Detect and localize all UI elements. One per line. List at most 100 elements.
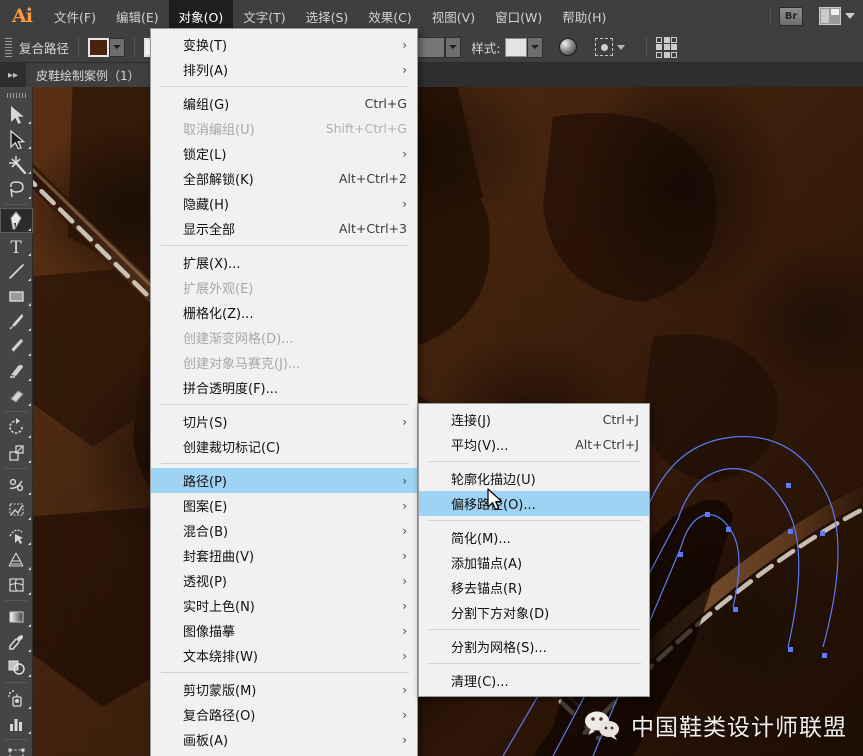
tool-divider	[5, 682, 27, 683]
submenu-arrow-icon: ›	[402, 473, 407, 488]
path-submenu-dropdown[interactable]: 连接(J) Ctrl+J 平均(V)... Alt+Ctrl+J 轮廓化描边(U) 偏移路…	[418, 403, 650, 697]
control-bar-grip[interactable]	[5, 37, 12, 57]
menu-item-栅格化Z[interactable]: 栅格化(Z)...	[151, 300, 417, 325]
menubar-item-0[interactable]: 文件(F)	[44, 0, 106, 32]
menu-item-路径P[interactable]: 路径(P) ›	[151, 468, 417, 493]
lasso-tool[interactable]	[0, 176, 33, 201]
menu-item-变换T[interactable]: 变换(T) ›	[151, 32, 417, 57]
menu-item-创建渐变网格D: 创建渐变网格(D)...	[151, 325, 417, 350]
pencil-tool[interactable]	[0, 333, 33, 358]
fill-dropdown-button[interactable]	[109, 37, 126, 57]
style-dropdown[interactable]	[527, 36, 544, 58]
magic-wand-tool[interactable]	[0, 151, 33, 176]
rectangle-tool[interactable]	[0, 283, 33, 308]
transform-panel-icon[interactable]	[656, 36, 678, 58]
menu-item-混合B[interactable]: 混合(B) ›	[151, 518, 417, 543]
menu-item-画板A[interactable]: 画板(A) ›	[151, 727, 417, 752]
menubar-item-7[interactable]: 窗口(W)	[485, 0, 552, 32]
menu-item-平均V[interactable]: 平均(V)... Alt+Ctrl+J	[419, 432, 649, 457]
selected-object-type: 复合路径	[19, 40, 70, 56]
perspective-grid-tool[interactable]	[0, 547, 33, 572]
workspace-chevron-down-icon[interactable]	[845, 13, 855, 19]
menu-item-拼合透明度F[interactable]: 拼合透明度(F)...	[151, 375, 417, 400]
menu-item-切片S[interactable]: 切片(S) ›	[151, 409, 417, 434]
eyedropper-tool[interactable]	[0, 629, 33, 654]
menu-item-label: 清理(C)...	[451, 675, 509, 690]
menu-item-图案E[interactable]: 图案(E) ›	[151, 493, 417, 518]
selection-tool[interactable]	[0, 101, 33, 126]
menu-item-移去锚点R[interactable]: 移去锚点(R)	[419, 575, 649, 600]
menu-item-shortcut: Alt+Ctrl+2	[338, 171, 407, 186]
menu-bar-divider	[770, 6, 771, 26]
menu-item-排列A[interactable]: 排列(A) ›	[151, 57, 417, 82]
column-graph-tool[interactable]	[0, 711, 33, 736]
menu-item-图像描摹[interactable]: 图像描摹 ›	[151, 618, 417, 643]
fill-color-group[interactable]	[88, 37, 126, 57]
menu-item-封套扭曲V[interactable]: 封套扭曲(V) ›	[151, 543, 417, 568]
menu-item-文本绕排W[interactable]: 文本绕排(W) ›	[151, 643, 417, 668]
menu-item-连接J[interactable]: 连接(J) Ctrl+J	[419, 407, 649, 432]
width-tool[interactable]	[0, 472, 33, 497]
pen-tool[interactable]	[0, 208, 33, 233]
menu-item-label: 图案(E)	[183, 500, 228, 515]
menu-item-清理C[interactable]: 清理(C)...	[419, 668, 649, 693]
paintbrush-tool[interactable]	[0, 308, 33, 333]
menu-item-添加锚点A[interactable]: 添加锚点(A)	[419, 550, 649, 575]
menu-item-复合路径O[interactable]: 复合路径(O) ›	[151, 702, 417, 727]
menu-item-剪切蒙版M[interactable]: 剪切蒙版(M) ›	[151, 677, 417, 702]
align-selection-icon[interactable]	[595, 38, 614, 56]
blob-brush-tool[interactable]	[0, 358, 33, 383]
opacity-dropdown[interactable]	[445, 36, 462, 58]
submenu-arrow-icon: ›	[402, 598, 407, 613]
menu-item-简化M[interactable]: 简化(M)...	[419, 525, 649, 550]
menu-item-编组G[interactable]: 编组(G) Ctrl+G	[151, 91, 417, 116]
menu-item-显示全部[interactable]: 显示全部 Alt+Ctrl+3	[151, 216, 417, 241]
bridge-icon[interactable]: Br	[779, 6, 803, 26]
menu-item-label: 创建渐变网格(D)...	[183, 332, 294, 347]
menu-bar: Ai 文件(F) 编辑(E) 对象(O) 文字(T) 选择(S) 效果(C) 视图(V) 窗口…	[0, 0, 863, 32]
menubar-item-6[interactable]: 视图(V)	[422, 0, 485, 32]
panel-collapse-icon[interactable]: ▸▸	[0, 63, 26, 87]
menu-item-创建裁切标记C[interactable]: 创建裁切标记(C)	[151, 434, 417, 459]
eraser-tool[interactable]	[0, 383, 33, 408]
fill-color-swatch[interactable]	[88, 37, 110, 57]
recolor-artwork-icon[interactable]	[559, 38, 578, 56]
chevron-down-icon	[113, 45, 122, 49]
rotate-tool[interactable]	[0, 415, 33, 440]
free-transform-tool[interactable]	[0, 497, 33, 522]
submenu-arrow-icon: ›	[402, 62, 407, 77]
direct-selection-tool[interactable]	[0, 126, 33, 151]
menu-item-隐藏H[interactable]: 隐藏(H) ›	[151, 191, 417, 216]
type-tool[interactable]: T	[0, 233, 33, 258]
menu-item-实时上色N[interactable]: 实时上色(N) ›	[151, 593, 417, 618]
mesh-tool[interactable]	[0, 572, 33, 597]
artboard-tool[interactable]	[0, 743, 33, 756]
line-segment-tool[interactable]	[0, 258, 33, 283]
menu-item-分割下方对象D[interactable]: 分割下方对象(D)	[419, 600, 649, 625]
menu-item-label: 分割下方对象(D)	[451, 607, 550, 622]
scale-tool[interactable]	[0, 440, 33, 465]
tools-panel-grip[interactable]	[0, 89, 32, 101]
svg-text:T: T	[10, 238, 22, 256]
menu-item-透视P[interactable]: 透视(P) ›	[151, 568, 417, 593]
object-menu-dropdown[interactable]: 变换(T) › 排列(A) › 编组(G) Ctrl+G 取消编组(U) Shift+Ctrl…	[150, 28, 418, 756]
menubar-item-8[interactable]: 帮助(H)	[552, 0, 616, 32]
gradient-tool[interactable]	[0, 604, 33, 629]
graphic-style-swatch[interactable]	[505, 37, 528, 57]
menu-item-轮廓化描边U[interactable]: 轮廓化描边(U)	[419, 466, 649, 491]
menu-item-label: 路径(P)	[183, 475, 227, 490]
submenu-arrow-icon: ›	[402, 146, 407, 161]
workspace-switcher-icon[interactable]	[819, 7, 841, 25]
shape-builder-tool[interactable]	[0, 522, 33, 547]
align-chevron-down-icon[interactable]	[617, 44, 626, 50]
submenu-arrow-icon: ›	[402, 548, 407, 563]
menu-item-图表R[interactable]: 图表(R)›	[151, 752, 417, 756]
menu-item-全部解锁K[interactable]: 全部解锁(K) Alt+Ctrl+2	[151, 166, 417, 191]
menu-item-锁定L[interactable]: 锁定(L) ›	[151, 141, 417, 166]
document-tab[interactable]: 皮鞋绘制案例（1）	[26, 63, 151, 87]
symbol-sprayer-tool[interactable]	[0, 686, 33, 711]
blend-tool[interactable]	[0, 654, 33, 679]
menu-item-分割为网格S[interactable]: 分割为网格(S)...	[419, 634, 649, 659]
menu-item-偏移路径O[interactable]: 偏移路径(O)...	[419, 491, 649, 516]
menu-item-扩展X[interactable]: 扩展(X)...	[151, 250, 417, 275]
